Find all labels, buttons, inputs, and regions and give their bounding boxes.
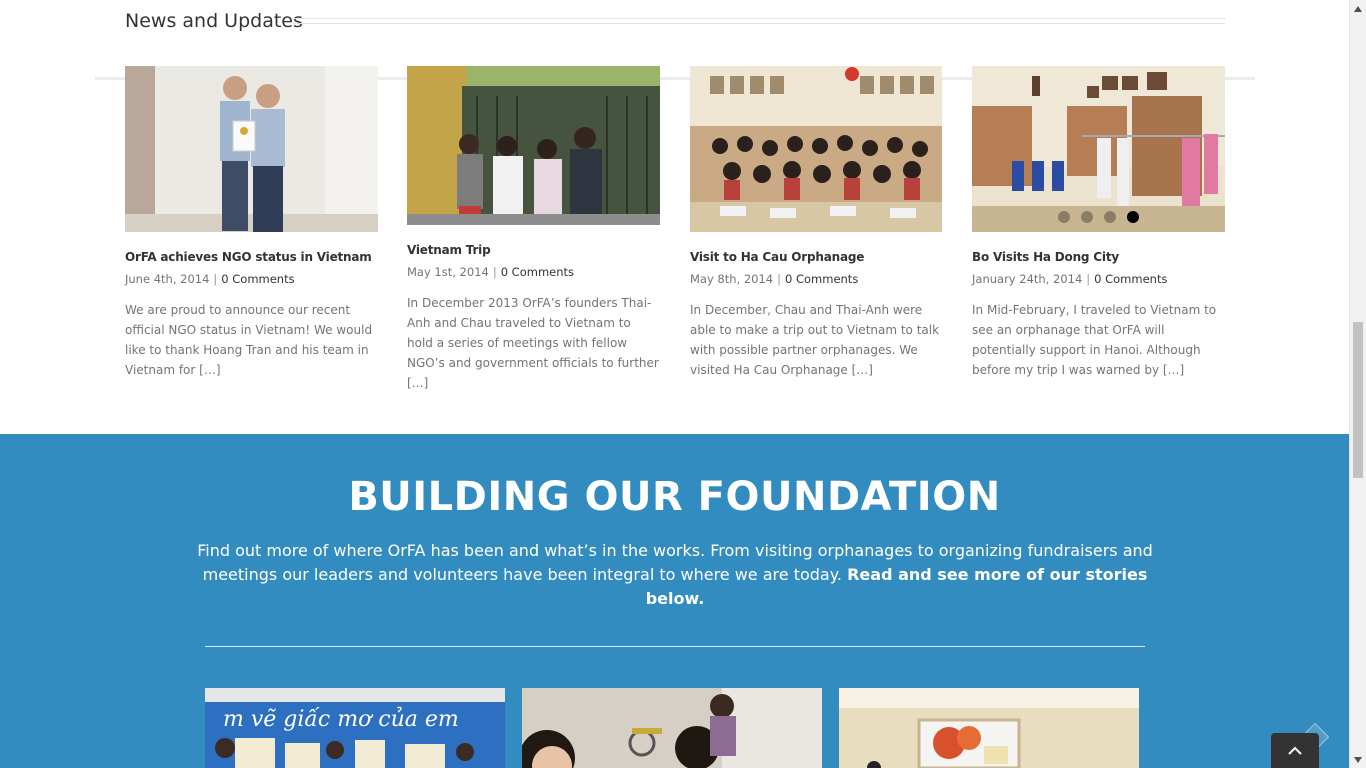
slider-pagination — [1058, 211, 1139, 223]
post-title[interactable]: Vietnam Trip — [407, 243, 660, 257]
post-excerpt: In December 2013 OrFA’s founders Thai-An… — [407, 296, 659, 390]
heading-divider — [292, 18, 1225, 19]
story-image[interactable] — [839, 688, 1139, 768]
post-date: June 4th, 2014 — [125, 272, 210, 286]
scroll-down-arrow-icon[interactable] — [1350, 751, 1366, 768]
meta-separator: | — [492, 265, 497, 279]
post-title[interactable]: Visit to Ha Cau Orphanage — [690, 250, 943, 264]
slider-dot[interactable] — [1058, 211, 1070, 223]
comments-link[interactable]: 0 Comments — [501, 265, 574, 279]
story-image[interactable]: m vẽ giấc mơ của em — [205, 688, 505, 768]
slider-dot-active[interactable] — [1127, 211, 1139, 223]
meta-separator: | — [213, 272, 218, 286]
post-thumbnail[interactable] — [407, 66, 660, 225]
news-post: Bo Visits Ha Dong City January 24th, 201… — [972, 66, 1225, 380]
comments-link[interactable]: 0 Comments — [785, 272, 858, 286]
meta-separator: | — [1086, 272, 1091, 286]
post-meta: January 24th, 2014 | 0 Comments — [972, 272, 1225, 286]
meta-separator: | — [777, 272, 781, 286]
chevron-up-icon — [1288, 746, 1302, 755]
scrollbar-thumb[interactable] — [1353, 322, 1363, 478]
news-heading: News and Updates — [125, 10, 303, 32]
scroll-to-top-button[interactable] — [1271, 733, 1319, 768]
slider-dot[interactable] — [1104, 211, 1116, 223]
comments-link[interactable]: 0 Comments — [1094, 272, 1167, 286]
post-meta: May 1st, 2014 | 0 Comments — [407, 265, 660, 279]
foundation-title: BUILDING OUR FOUNDATION — [348, 474, 1001, 520]
post-thumbnail[interactable] — [972, 66, 1225, 232]
post-excerpt: We are proud to announce our recent offi… — [125, 303, 373, 377]
story-image[interactable] — [522, 688, 822, 768]
news-post: Vietnam Trip May 1st, 2014 | 0 Comments In… — [407, 66, 660, 393]
scroll-up-arrow-icon[interactable] — [1350, 0, 1366, 17]
post-thumbnail[interactable] — [690, 66, 943, 232]
post-excerpt: In December, Chau and Thai-Anh were able… — [690, 303, 940, 377]
news-post: OrFA achieves NGO status in Vietnam June… — [125, 66, 378, 380]
post-title[interactable]: Bo Visits Ha Dong City — [972, 250, 1225, 264]
banner-text: m vẽ giấc mơ của em — [223, 706, 459, 732]
post-excerpt: In Mid-February, I traveled to Vietnam t… — [972, 303, 1217, 377]
news-post: Visit to Ha Cau Orphanage May 8th, 2014 |… — [690, 66, 943, 380]
slider-dot[interactable] — [1081, 211, 1093, 223]
foundation-section: BUILDING OUR FOUNDATION Find out more of… — [0, 434, 1349, 768]
post-thumbnail[interactable] — [125, 66, 378, 232]
post-date: May 8th, 2014 — [690, 272, 774, 286]
comments-link[interactable]: 0 Comments — [221, 272, 294, 286]
post-date: January 24th, 2014 — [972, 272, 1083, 286]
news-section: News and Updates OrFA achieves NGO statu… — [0, 0, 1349, 434]
heading-divider — [292, 23, 1225, 24]
post-date: May 1st, 2014 — [407, 265, 489, 279]
post-meta: June 4th, 2014 | 0 Comments — [125, 272, 378, 286]
page-scrollbar[interactable] — [1349, 0, 1366, 768]
section-divider — [205, 646, 1145, 647]
post-title[interactable]: OrFA achieves NGO status in Vietnam — [125, 250, 378, 264]
post-meta: May 8th, 2014 | 0 Comments — [690, 272, 943, 286]
foundation-intro: Find out more of where OrFA has been and… — [190, 539, 1160, 611]
